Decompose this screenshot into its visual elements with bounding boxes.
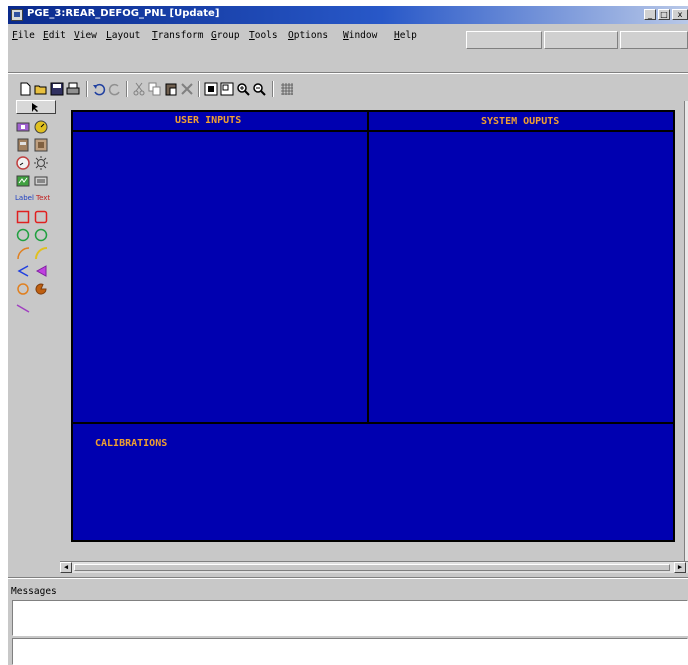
- led-widget-icon[interactable]: [34, 138, 48, 152]
- save-icon[interactable]: [50, 82, 64, 96]
- toolbar: [8, 76, 688, 98]
- status-field-2: [544, 31, 618, 49]
- menu-transform[interactable]: Transform: [152, 30, 204, 41]
- vertical-scrollbar[interactable]: [684, 101, 688, 561]
- display-widget-icon[interactable]: [16, 174, 30, 188]
- paste-icon[interactable]: [164, 82, 178, 96]
- zoom-area-icon[interactable]: [220, 82, 234, 96]
- select-arrow-icon: [32, 103, 38, 112]
- window-title: PGE_3:REAR_DEFOG_PNL [Update]: [27, 8, 220, 19]
- grid-icon[interactable]: [280, 82, 294, 96]
- menu-view[interactable]: View: [74, 30, 97, 41]
- delete-icon[interactable]: [180, 82, 194, 96]
- horizontal-scrollbar[interactable]: ◀ ▶: [60, 561, 688, 573]
- messages-area[interactable]: [12, 600, 688, 636]
- lamp-icon[interactable]: [34, 156, 48, 170]
- label-tool[interactable]: Label: [15, 194, 34, 202]
- filled-pie-icon[interactable]: [34, 282, 48, 296]
- menu-window[interactable]: Window: [343, 30, 377, 41]
- filled-arc-icon[interactable]: [34, 246, 48, 260]
- arc-icon[interactable]: [16, 246, 30, 260]
- rounded-rectangle-icon[interactable]: [34, 210, 48, 224]
- column-divider: [367, 112, 369, 424]
- menu-edit[interactable]: Edit: [43, 30, 66, 41]
- print-icon[interactable]: [66, 82, 80, 96]
- scroll-thumb[interactable]: [74, 564, 670, 571]
- status-field-1: [466, 31, 542, 49]
- close-button[interactable]: x: [672, 9, 688, 20]
- toolbar-separator: [272, 81, 274, 97]
- undo-icon[interactable]: [92, 82, 106, 96]
- button-widget-icon[interactable]: [16, 138, 30, 152]
- menu-help[interactable]: Help: [394, 30, 417, 41]
- app-window: PGE_3:REAR_DEFOG_PNL [Update] _ □ x File…: [8, 6, 688, 665]
- pie-icon[interactable]: [16, 282, 30, 296]
- text-tool[interactable]: Text: [36, 194, 50, 202]
- line-icon[interactable]: [16, 300, 30, 314]
- circle-icon[interactable]: [16, 228, 30, 242]
- toolbar-separator: [198, 81, 200, 97]
- title-bar[interactable]: PGE_3:REAR_DEFOG_PNL [Update] _ □ x: [8, 6, 688, 24]
- zoom-out-icon[interactable]: [252, 82, 266, 96]
- redo-icon[interactable]: [108, 82, 122, 96]
- menu-tools[interactable]: Tools: [249, 30, 278, 41]
- messages-label: Messages: [11, 586, 57, 597]
- new-document-icon[interactable]: [18, 82, 32, 96]
- messages-divider: [8, 577, 688, 579]
- chord-icon[interactable]: [16, 264, 30, 278]
- cut-icon[interactable]: [132, 82, 146, 96]
- menu-options[interactable]: Options: [288, 30, 328, 41]
- copy-icon[interactable]: [148, 82, 162, 96]
- defog-panel[interactable]: USER INPUTS SYSTEM OUPUTS CALIBRATIONS: [71, 110, 675, 542]
- menu-layout[interactable]: Layout: [106, 30, 140, 41]
- filled-circle-icon[interactable]: [34, 228, 48, 242]
- minimize-button[interactable]: _: [644, 9, 656, 20]
- filled-chord-icon[interactable]: [34, 264, 48, 278]
- app-icon[interactable]: [11, 9, 23, 21]
- status-line: [12, 638, 688, 665]
- dial-icon[interactable]: [16, 156, 30, 170]
- toolbar-divider: [8, 72, 688, 74]
- header-divider: [73, 130, 673, 132]
- gauge-widget-icon[interactable]: [34, 120, 48, 134]
- status-field-3: [620, 31, 688, 49]
- tool-palette: Label Text: [12, 98, 60, 350]
- select-arrow-button[interactable]: [16, 100, 56, 114]
- rectangle-icon[interactable]: [16, 210, 30, 224]
- menu-group[interactable]: Group: [211, 30, 240, 41]
- drawing-canvas[interactable]: USER INPUTS SYSTEM OUPUTS CALIBRATIONS: [60, 98, 688, 576]
- calibrations-heading: CALIBRATIONS: [95, 438, 168, 449]
- slider-widget-icon[interactable]: [16, 120, 30, 134]
- menu-file[interactable]: File: [12, 30, 35, 41]
- calibrations-divider: [73, 422, 673, 424]
- system-outputs-heading: SYSTEM OUPUTS: [481, 116, 560, 127]
- numeric-widget-icon[interactable]: [34, 174, 48, 188]
- scroll-right-arrow[interactable]: ▶: [674, 562, 686, 573]
- maximize-button[interactable]: □: [658, 9, 670, 20]
- fit-window-icon[interactable]: [204, 82, 218, 96]
- user-inputs-heading: USER INPUTS: [175, 115, 242, 126]
- zoom-in-icon[interactable]: [236, 82, 250, 96]
- toolbar-separator: [126, 81, 128, 97]
- toolbar-separator: [86, 81, 88, 97]
- open-folder-icon[interactable]: [34, 82, 48, 96]
- scroll-left-arrow[interactable]: ◀: [60, 562, 72, 573]
